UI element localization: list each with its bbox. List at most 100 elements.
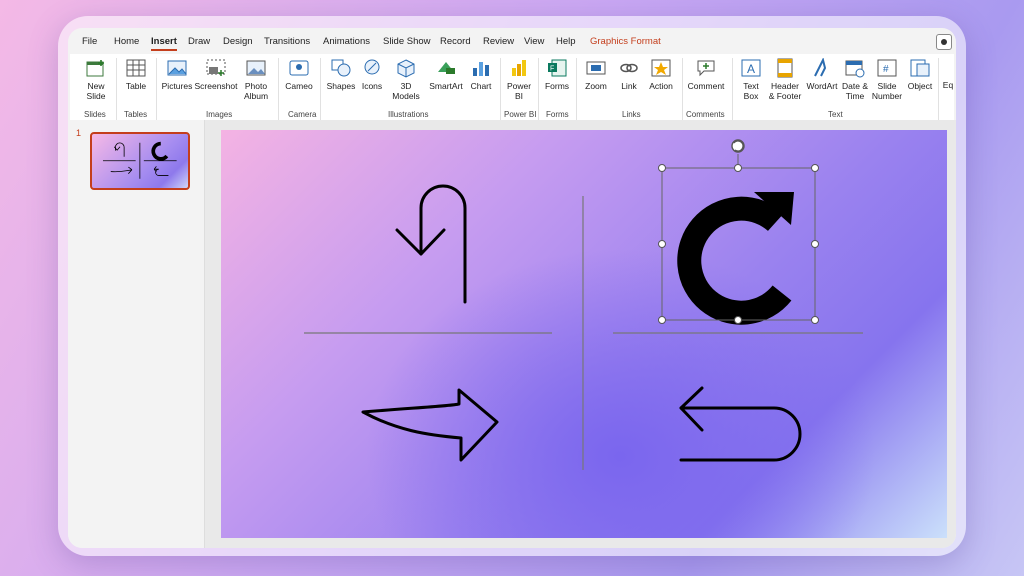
rotate-handle-icon[interactable] xyxy=(731,139,745,153)
tab-record[interactable]: Record xyxy=(440,36,471,47)
group-power-bi: Power BI xyxy=(504,110,537,119)
calendar-icon xyxy=(845,60,865,78)
divider xyxy=(538,58,539,120)
group-images: Images xyxy=(206,110,233,119)
cameo-icon xyxy=(289,60,309,76)
smartart-icon xyxy=(438,62,455,74)
group-tables: Tables xyxy=(124,110,148,119)
tab-slide-show[interactable]: Slide Show xyxy=(383,36,431,47)
tab-help[interactable]: Help xyxy=(556,36,576,47)
wordart-label: WordArt xyxy=(806,81,838,91)
tab-graphics-format[interactable]: Graphics Format xyxy=(590,36,661,47)
pictures-button[interactable]: Pictures xyxy=(160,58,194,91)
icons-button[interactable]: Icons xyxy=(358,58,386,91)
divider xyxy=(682,58,683,120)
curved-right-arrow-icon[interactable] xyxy=(361,388,499,462)
photo-album-button[interactable]: Photo Album xyxy=(238,58,274,101)
circular-arrow-icon[interactable] xyxy=(677,192,794,325)
equation-button[interactable]: Eq xyxy=(942,80,954,90)
3d-models-label: 3D Models xyxy=(392,81,420,101)
photo-album-icon xyxy=(246,60,266,76)
forms-button[interactable]: F Forms xyxy=(542,58,572,91)
date-time-label: Date & Time xyxy=(842,81,868,101)
chart-label: Chart xyxy=(470,81,492,91)
tab-transitions[interactable]: Transitions xyxy=(264,36,310,47)
screenshot-button[interactable]: Screenshot xyxy=(194,58,238,91)
action-button[interactable]: Action xyxy=(644,58,678,91)
chart-button[interactable]: Chart xyxy=(466,58,496,91)
zoom-button[interactable]: Zoom xyxy=(580,58,612,91)
cube-icon xyxy=(397,59,415,78)
link-label: Link xyxy=(621,81,637,91)
divider xyxy=(278,58,279,120)
new-slide-button[interactable]: New Slide xyxy=(80,58,112,101)
text-box-label: Text Box xyxy=(743,81,759,101)
3d-models-button[interactable]: 3D Models xyxy=(388,58,424,101)
shapes-icon xyxy=(331,59,351,77)
zoom-label: Zoom xyxy=(585,81,607,91)
wordart-button[interactable]: WordArt xyxy=(804,58,840,91)
svg-text:#: # xyxy=(883,64,889,75)
tab-home[interactable]: Home xyxy=(114,36,139,47)
power-bi-icon xyxy=(512,60,526,76)
divider xyxy=(732,58,733,120)
new-slide-icon xyxy=(86,60,104,77)
shapes-label: Shapes xyxy=(326,81,356,91)
ribbon: New Slide Slides Table Tables Pictures S… xyxy=(70,54,954,121)
cameo-label: Cameo xyxy=(285,81,313,91)
smartart-button[interactable]: SmartArt xyxy=(426,58,466,91)
menu-tabs: File Home Insert Draw Design Transitions… xyxy=(68,28,956,54)
cameo-button[interactable]: Cameo xyxy=(282,58,316,91)
comment-label: Comment xyxy=(687,81,725,91)
pictures-icon xyxy=(167,60,187,76)
table-button[interactable]: Table xyxy=(120,58,152,91)
object-label: Object xyxy=(907,81,933,91)
date-time-button[interactable]: Date & Time xyxy=(840,58,870,101)
table-icon xyxy=(126,59,146,77)
group-camera: Camera xyxy=(288,110,317,119)
shapes-button[interactable]: Shapes xyxy=(324,58,358,91)
tab-review[interactable]: Review xyxy=(483,36,514,47)
forms-label: Forms xyxy=(544,81,570,91)
tab-file[interactable]: File xyxy=(82,36,97,47)
slide-shapes xyxy=(304,139,863,470)
group-forms: Forms xyxy=(546,110,569,119)
slide-editor xyxy=(205,120,956,548)
divider xyxy=(938,58,939,120)
chart-icon xyxy=(473,62,489,76)
smartart-label: SmartArt xyxy=(429,81,463,91)
header-footer-label: Header & Footer xyxy=(768,81,802,101)
comment-button[interactable]: Comment xyxy=(684,58,728,91)
group-links: Links xyxy=(622,110,641,119)
text-box-button[interactable]: A Text Box xyxy=(736,58,766,101)
header-footer-button[interactable]: Header & Footer xyxy=(766,58,804,101)
group-comments: Comments xyxy=(686,110,725,119)
tab-insert[interactable]: Insert xyxy=(151,36,177,51)
star-icon xyxy=(651,59,671,77)
object-button[interactable]: Object xyxy=(904,58,936,91)
screenshot-icon xyxy=(206,59,226,76)
slide-number-button[interactable]: # Slide Number xyxy=(870,58,904,101)
equation-label: Eq xyxy=(942,80,954,90)
tab-design[interactable]: Design xyxy=(223,36,253,47)
tab-view[interactable]: View xyxy=(524,36,544,47)
tab-draw[interactable]: Draw xyxy=(188,36,210,47)
zoom-icon xyxy=(586,61,606,75)
comment-icon xyxy=(697,60,715,77)
power-bi-button[interactable]: Power BI xyxy=(504,58,534,101)
photo-album-label: Photo Album xyxy=(243,81,269,101)
tab-animations[interactable]: Animations xyxy=(323,36,370,47)
link-button[interactable]: Link xyxy=(614,58,644,91)
slide-thumbnail[interactable] xyxy=(90,132,190,190)
u-turn-arrow-icon[interactable] xyxy=(395,184,467,304)
slide-thumbnail-pane: 1 xyxy=(68,120,205,548)
divider xyxy=(320,58,321,120)
object-icon xyxy=(910,59,930,77)
slide-number-icon: # xyxy=(877,59,897,77)
record-icon[interactable] xyxy=(936,34,952,50)
action-label: Action xyxy=(649,81,673,91)
u-turn-left-arrow-icon[interactable] xyxy=(679,386,802,462)
divider xyxy=(500,58,501,120)
group-illustrations: Illustrations xyxy=(388,110,429,119)
slide-canvas[interactable] xyxy=(221,130,947,538)
